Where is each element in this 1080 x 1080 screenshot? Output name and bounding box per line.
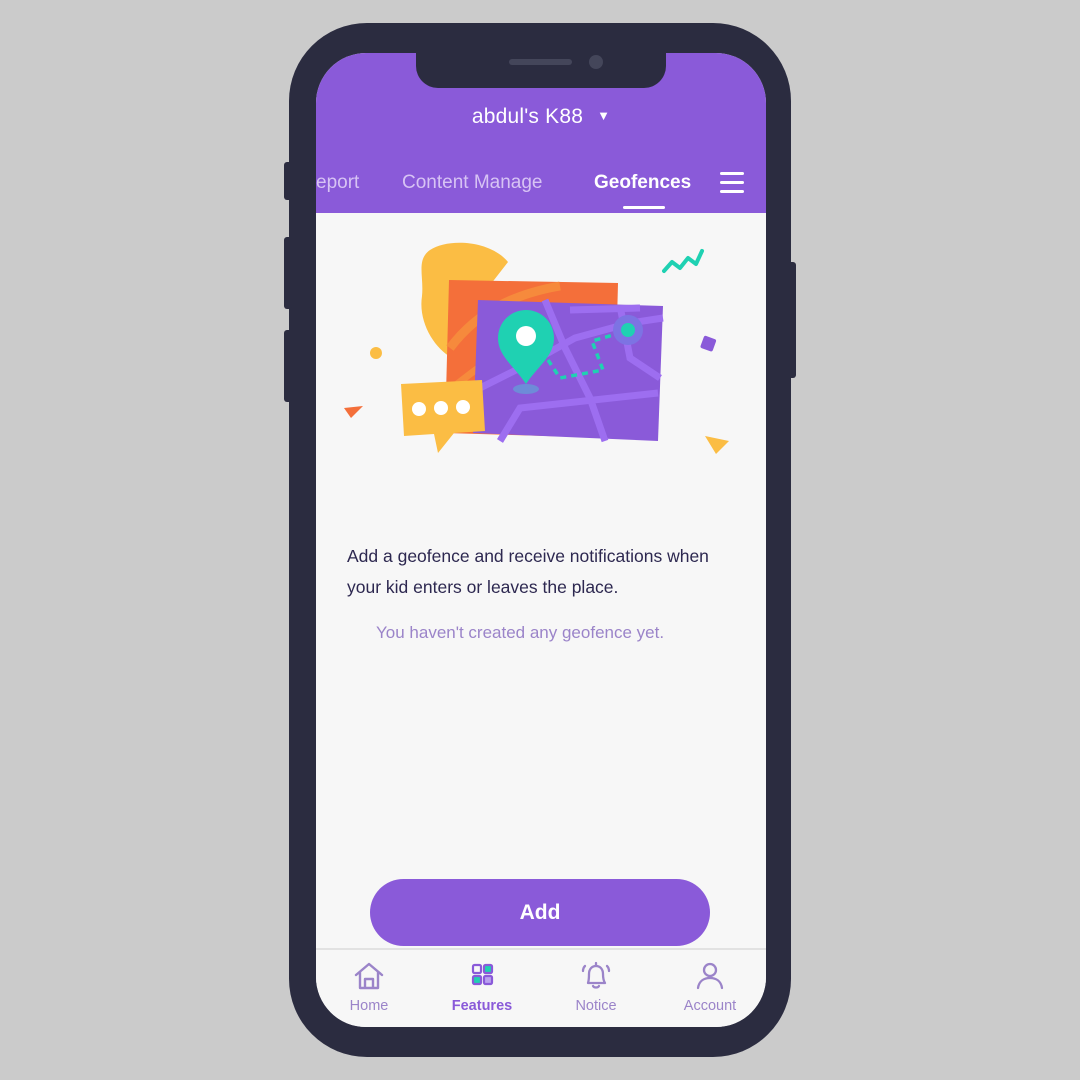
app-screen: abdul's K88 ▼ eport Content Manage Geofen…	[316, 53, 766, 1027]
chat-dot	[412, 402, 426, 416]
front-camera	[589, 55, 603, 69]
phone-notch	[416, 53, 666, 88]
bell-icon	[581, 961, 611, 989]
destination-dot	[621, 323, 635, 337]
geofence-description: Add a geofence and receive notifications…	[347, 546, 709, 597]
nav-notice-label: Notice	[575, 998, 617, 1014]
chat-dot	[434, 401, 448, 415]
geofence-map-illustration	[344, 242, 729, 454]
home-icon	[354, 962, 384, 990]
nav-account-label: Account	[683, 998, 737, 1014]
pin-shadow	[513, 384, 539, 394]
tab-report[interactable]: eport	[316, 172, 359, 194]
chat-bubble	[401, 380, 485, 453]
active-tab-indicator	[623, 206, 665, 209]
confetti-purple-square	[700, 335, 717, 352]
tab-geofences[interactable]: Geofences	[594, 172, 691, 194]
nav-account[interactable]: Account	[665, 960, 755, 1014]
confetti-yellow-dot	[370, 347, 382, 359]
nav-notice[interactable]: Notice	[551, 960, 641, 1014]
nav-features[interactable]: Features	[437, 960, 527, 1014]
pin-center	[516, 326, 536, 346]
hamburger-menu-icon[interactable]	[720, 172, 744, 194]
volume-down-button	[284, 330, 292, 402]
caret-down-icon: ▼	[597, 108, 611, 123]
feature-tabs: eport Content Manage Geofences	[316, 168, 766, 213]
nav-home-label: Home	[349, 998, 389, 1014]
confetti-teal-squiggle	[662, 249, 704, 273]
user-icon	[696, 962, 724, 990]
bottom-navigation: Home Features Notice Account	[316, 948, 766, 1027]
nav-features-label: Features	[451, 998, 513, 1014]
speaker-grille	[509, 59, 572, 65]
confetti-yellow-triangle	[705, 436, 729, 454]
features-grid-icon	[471, 963, 494, 986]
empty-state-message: You haven't created any geofence yet.	[376, 623, 665, 642]
confetti-orange-triangle	[344, 406, 363, 418]
chat-dot	[456, 400, 470, 414]
power-button	[788, 262, 796, 378]
device-selector[interactable]: abdul's K88 ▼	[316, 105, 766, 129]
silent-switch	[284, 162, 292, 200]
nav-home[interactable]: Home	[324, 960, 414, 1014]
device-name: abdul's K88	[471, 105, 584, 128]
tab-content-manage[interactable]: Content Manage	[402, 172, 543, 194]
add-geofence-button[interactable]: Add	[370, 879, 710, 946]
volume-up-button	[284, 237, 292, 309]
